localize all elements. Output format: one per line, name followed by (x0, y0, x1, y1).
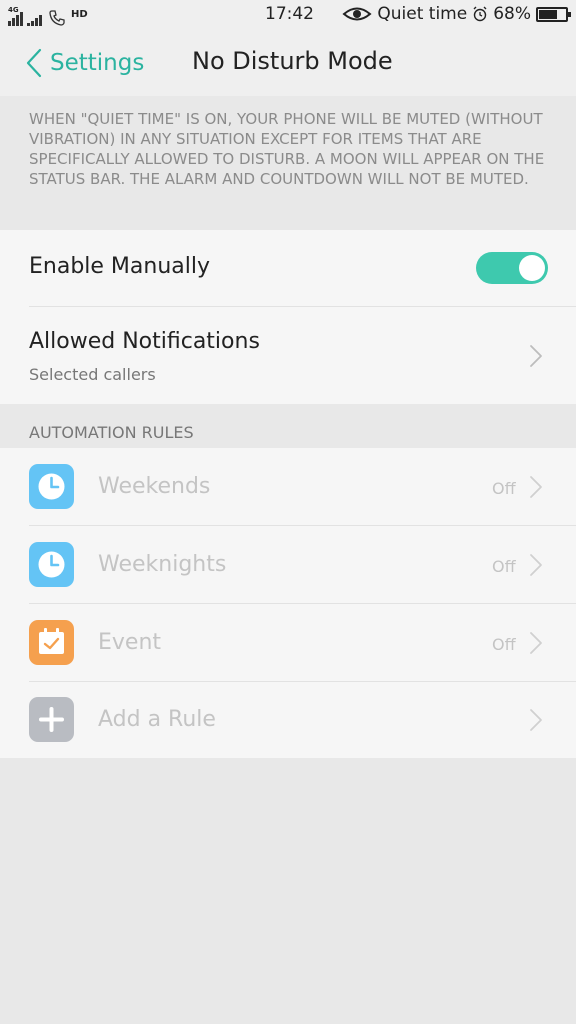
plus-icon (29, 697, 74, 742)
calendar-icon (29, 620, 74, 665)
automation-rules-header: AUTOMATION RULES (29, 423, 194, 442)
enable-manually-toggle[interactable] (476, 252, 548, 284)
rule-status: Off (492, 635, 516, 654)
chevron-left-icon (26, 48, 42, 78)
phone-icon (49, 10, 65, 26)
chevron-right-icon (530, 709, 542, 731)
enable-manually-label: Enable Manually (29, 254, 211, 279)
battery-icon (536, 6, 571, 22)
screen: 4G HD 17:42 Quiet time 68% Settings No D… (0, 0, 576, 1024)
rule-status: Off (492, 479, 516, 498)
rule-label: Weekends (98, 474, 211, 499)
status-right: Quiet time 68% (342, 4, 571, 24)
automation-rules-list: Weekends Off Weeknights Off Event Off Ad… (0, 448, 576, 758)
chevron-right-icon (530, 345, 542, 367)
chevron-right-icon (530, 476, 542, 498)
signal-area: 4G HD (8, 4, 88, 26)
add-rule-label: Add a Rule (98, 707, 216, 732)
hd-badge: HD (71, 9, 88, 20)
battery-percent: 68% (493, 4, 531, 24)
description-text: When "Quiet time" is on, your phone will… (0, 96, 576, 230)
back-button[interactable]: Settings (26, 46, 144, 80)
page-title: No Disturb Mode (192, 47, 393, 75)
quiet-time-label: Quiet time (377, 4, 468, 24)
clock-icon (29, 542, 74, 587)
status-bar: 4G HD 17:42 Quiet time 68% (0, 0, 576, 30)
enable-manually-row[interactable]: Enable Manually (0, 230, 576, 306)
network-type: 4G (8, 6, 19, 14)
toggle-knob (519, 255, 545, 281)
chevron-right-icon (530, 554, 542, 576)
allowed-notifications-label: Allowed Notifications (29, 329, 260, 354)
signal-icon: 4G (8, 6, 23, 26)
header: Settings No Disturb Mode (0, 30, 576, 96)
add-rule-row[interactable]: Add a Rule (0, 682, 576, 758)
rule-status: Off (492, 557, 516, 576)
clock-icon (29, 464, 74, 509)
eye-icon (342, 7, 372, 21)
rule-label: Event (98, 630, 162, 655)
back-label: Settings (50, 50, 145, 76)
allowed-notifications-value: Selected callers (29, 365, 156, 384)
chevron-right-icon (530, 632, 542, 654)
rule-weekends[interactable]: Weekends Off (0, 448, 576, 525)
clock: 17:42 (265, 4, 314, 24)
rule-label: Weeknights (98, 552, 227, 577)
allowed-notifications-row[interactable]: Allowed Notifications Selected callers (0, 307, 576, 404)
alarm-icon (473, 6, 487, 22)
settings-card: Enable Manually Allowed Notifications Se… (0, 230, 576, 404)
rule-weeknights[interactable]: Weeknights Off (0, 526, 576, 603)
signal-icon-sim2 (27, 15, 42, 26)
rule-event[interactable]: Event Off (0, 604, 576, 681)
